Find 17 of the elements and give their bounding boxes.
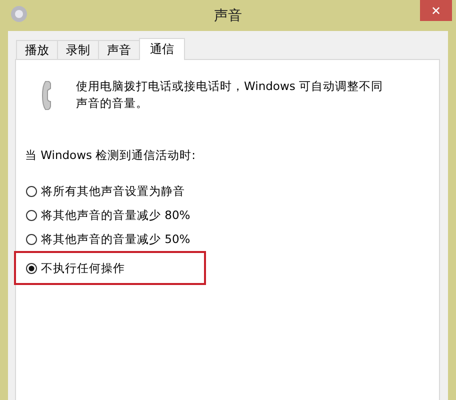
description-text: 使用电脑拨打电话或接电话时，Windows 可自动调整不同声音的音量。 [76, 78, 384, 112]
radio-button[interactable] [26, 210, 37, 221]
speaker-icon [10, 5, 28, 23]
option-label[interactable]: 将其他声音的音量减少 50% [41, 232, 190, 247]
close-button[interactable]: ✕ [420, 0, 452, 21]
tab[interactable]: 录制 [57, 40, 99, 59]
radio-button[interactable] [26, 234, 37, 245]
window-title: 声音 [214, 7, 242, 25]
radio-button[interactable] [26, 186, 37, 197]
option-label[interactable]: 不执行任何操作 [41, 260, 125, 276]
tab[interactable]: 播放 [16, 40, 58, 59]
tab[interactable]: 通信 [139, 38, 185, 60]
phone-handset-icon [42, 81, 51, 110]
option-label[interactable]: 将所有其他声音设置为静音 [41, 184, 185, 199]
option-label[interactable]: 将其他声音的音量减少 80% [41, 208, 190, 223]
radio-button[interactable] [26, 262, 37, 274]
prompt-text: 当 Windows 检测到通信活动时: [25, 148, 197, 163]
